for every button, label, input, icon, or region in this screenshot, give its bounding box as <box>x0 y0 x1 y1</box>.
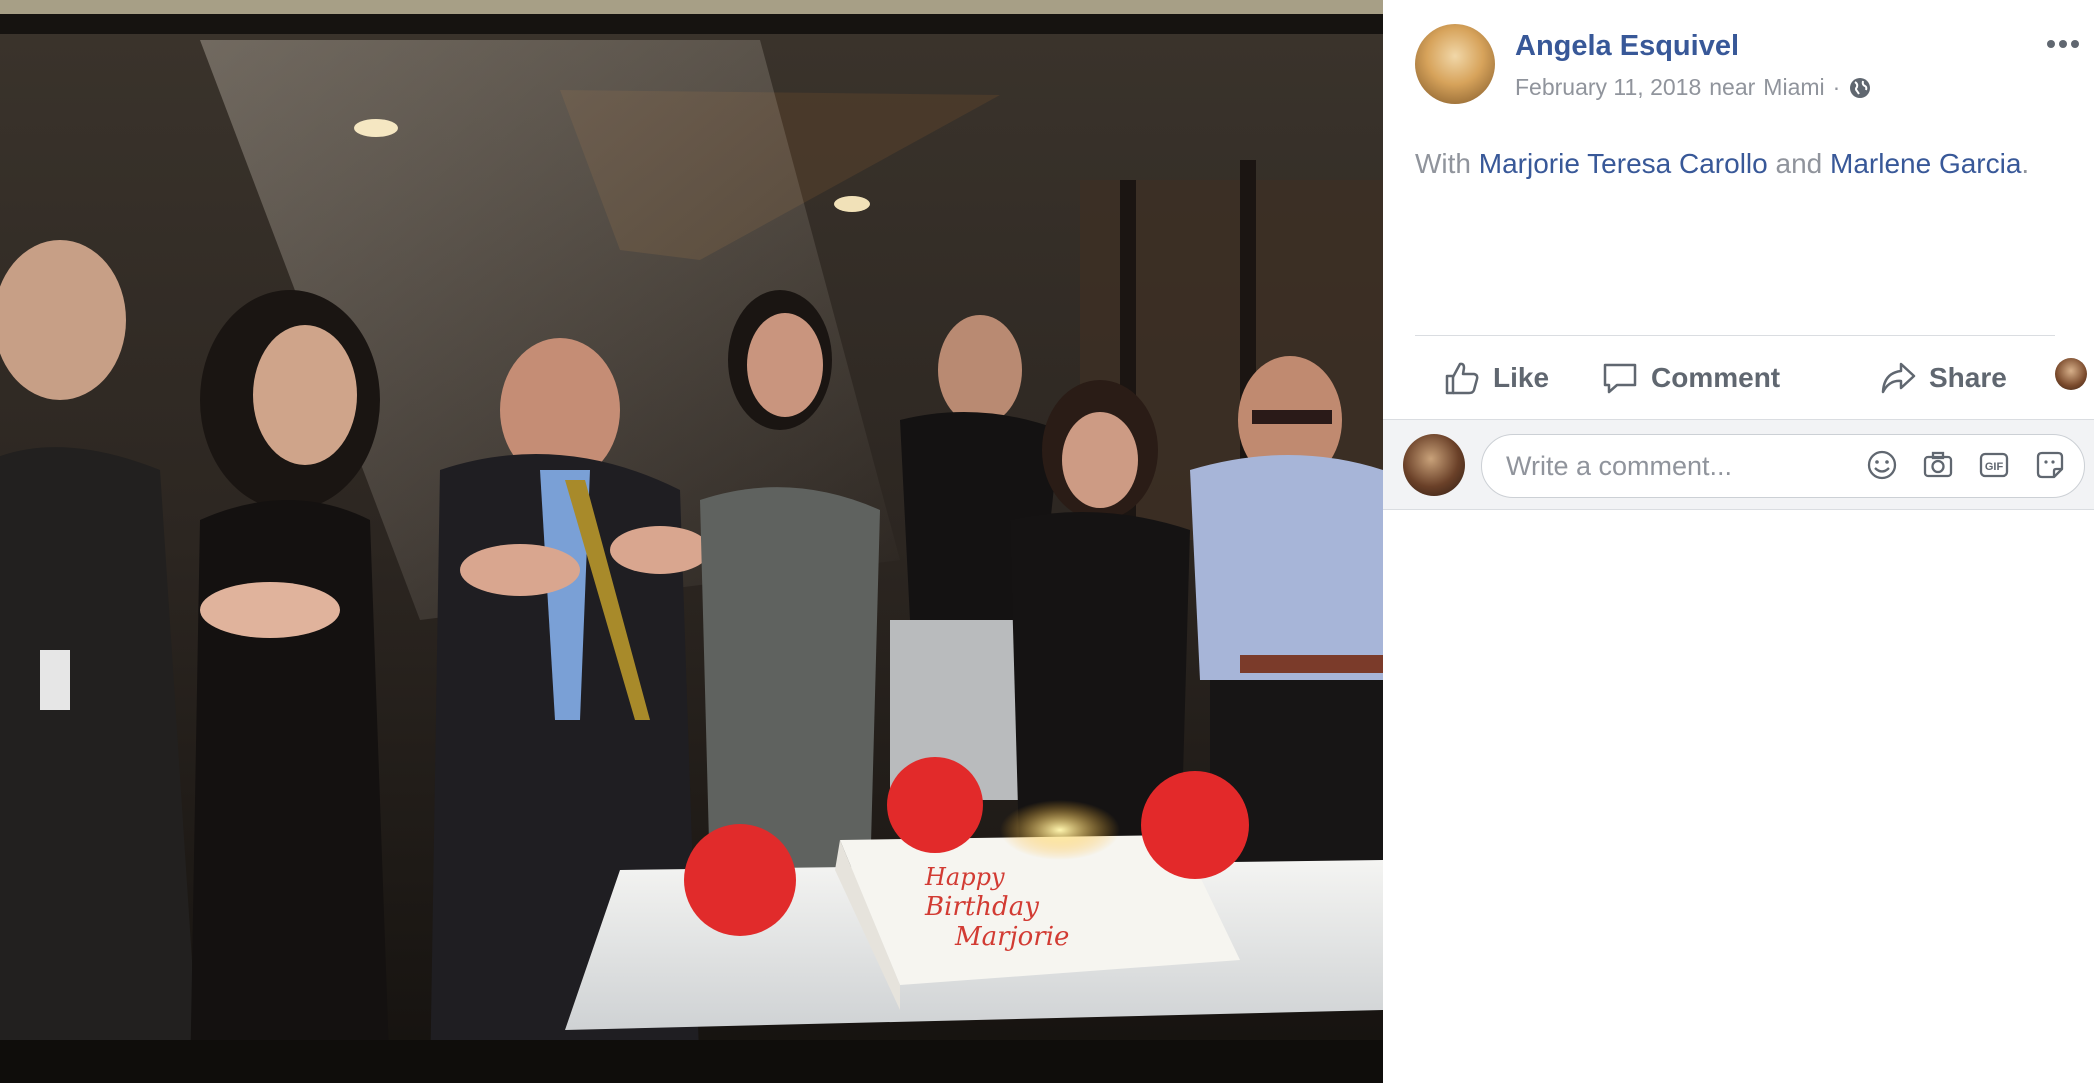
meta-separator: · <box>1832 74 1841 100</box>
camera-icon[interactable] <box>1920 447 1956 483</box>
post-location[interactable]: Miami <box>1763 74 1824 101</box>
post-sidebar: Angela Esquivel February 11, 2018 near M… <box>1383 0 2094 1083</box>
action-bar: Like Comment Share <box>1443 350 2093 406</box>
comment-composer: Write a comment... GIF <box>1383 419 2094 510</box>
tagged-person-link[interactable]: Marlene Garcia <box>1830 148 2021 179</box>
comment-tools: GIF <box>1864 447 2068 483</box>
party-photo-image: Happy Birthday Marjorie <box>0 0 1383 1083</box>
comment-button[interactable]: Comment <box>1601 350 1780 406</box>
post-photo[interactable]: Happy Birthday Marjorie <box>0 0 1383 1083</box>
share-arrow-icon <box>1881 362 1916 394</box>
globe-icon[interactable] <box>1848 76 1872 100</box>
author-avatar[interactable] <box>1415 24 1495 104</box>
post-date[interactable]: February 11, 2018 <box>1515 74 1701 101</box>
svg-text:GIF: GIF <box>1985 461 2004 473</box>
emoji-icon[interactable] <box>1864 447 1900 483</box>
with-prefix: With <box>1415 148 1471 179</box>
comment-label: Comment <box>1651 362 1781 393</box>
cake-text-1: Happy <box>924 863 1005 891</box>
sticker-icon[interactable] <box>2032 447 2068 483</box>
divider <box>1415 335 2055 336</box>
more-options-icon[interactable] <box>2043 32 2083 56</box>
post-header: Angela Esquivel February 11, 2018 near M… <box>1415 24 2079 108</box>
cake-text-2: Birthday <box>924 892 1039 922</box>
commenter-avatar <box>1403 434 1465 496</box>
cake-text-3: Marjorie <box>954 922 1069 952</box>
like-button[interactable]: Like <box>1443 350 1549 406</box>
share-label: Share <box>1929 362 2007 393</box>
sentence-period: . <box>2021 148 2030 179</box>
like-label: Like <box>1493 362 1550 393</box>
and-word: and <box>1775 148 1823 179</box>
author-name[interactable]: Angela Esquivel <box>1515 30 1739 63</box>
tagged-person-link[interactable]: Marjorie Teresa Carollo <box>1479 148 1768 179</box>
share-button[interactable]: Share <box>1879 350 2007 406</box>
tagged-people-line: With Marjorie Teresa Carollo and Marlene… <box>1415 148 2029 180</box>
post-meta: February 11, 2018 near Miami · <box>1515 74 1872 101</box>
identity-selector[interactable] <box>2055 358 2094 390</box>
user-avatar <box>2055 358 2087 390</box>
gif-icon[interactable]: GIF <box>1976 447 2012 483</box>
thumbs-up-icon <box>1445 362 1479 395</box>
comment-input[interactable]: Write a comment... GIF <box>1481 434 2085 498</box>
comment-placeholder: Write a comment... <box>1506 451 1733 481</box>
location-prefix: near <box>1709 74 1756 100</box>
comment-icon <box>1603 363 1637 394</box>
